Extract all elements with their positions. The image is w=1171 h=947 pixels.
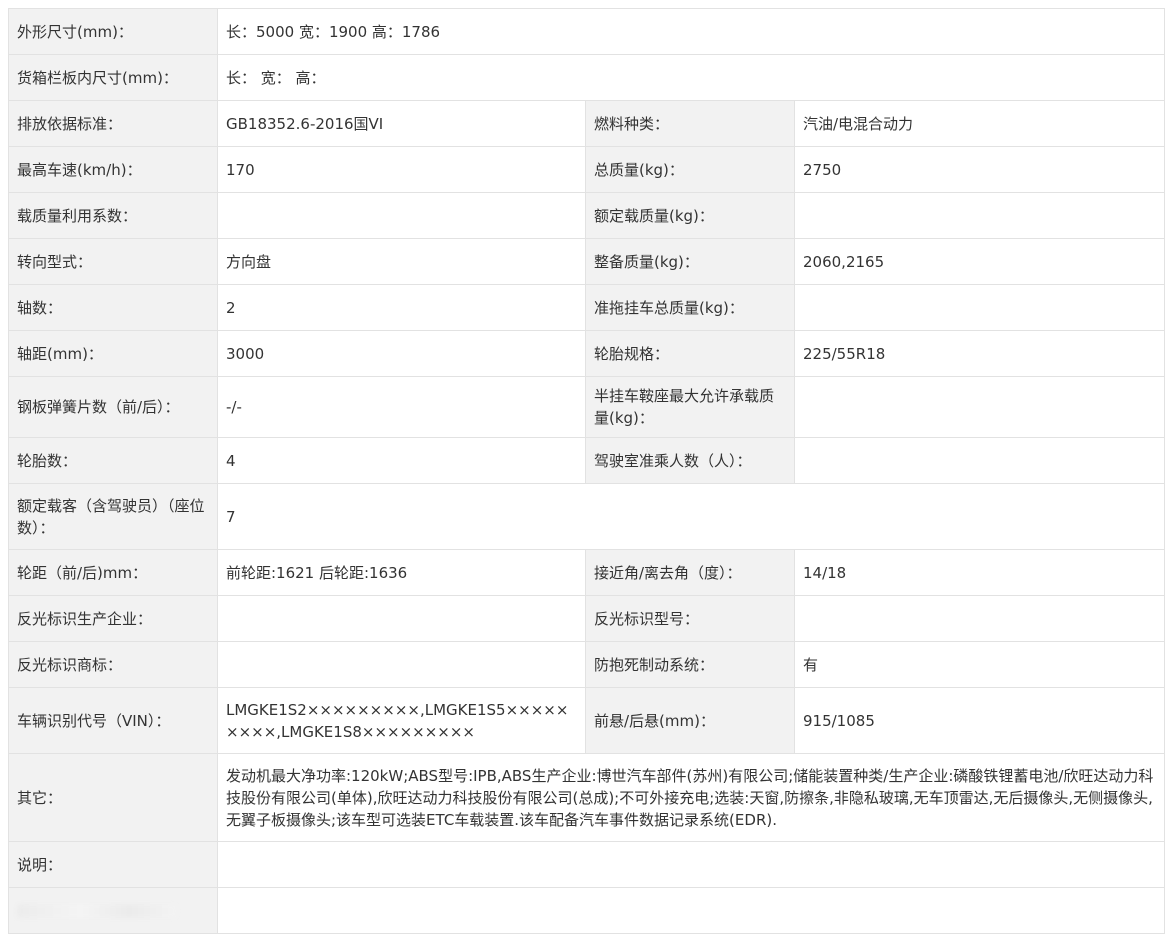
- spec-row-vin: 车辆识别代号（VIN）： LMGKE1S2×××××××××,LMGKE1S5×…: [8, 687, 1166, 754]
- spec-value: 2: [217, 284, 586, 331]
- spec-label: 燃料种类：: [585, 100, 795, 147]
- spec-label: 额定载客（含驾驶员）（座位数）：: [8, 483, 218, 550]
- spec-value: 14/18: [793, 549, 1166, 596]
- spec-row-cargo-box: 货箱栏板内尺寸(mm)： 长： 宽： 高：: [8, 54, 1166, 101]
- vehicle-spec-table: 外形尺寸(mm)： 长：5000 宽：1900 高：1786 货箱栏板内尺寸(m…: [8, 8, 1166, 934]
- spec-row-tires: 轮胎数： 4 驾驶室准乘人数（人）：: [8, 437, 1166, 484]
- spec-row-other: 其它： 发动机最大净功率:120kW;ABS型号:IPB,ABS生产企业:博世汽…: [8, 753, 1166, 842]
- spec-label: 轮距（前/后)mm：: [8, 549, 218, 596]
- spec-row-track: 轮距（前/后)mm： 前轮距:1621 后轮距:1636 接近角/离去角（度）：…: [8, 549, 1166, 596]
- spec-row-load-factor: 载质量利用系数： 额定载质量(kg)：: [8, 192, 1166, 239]
- spec-value: [793, 192, 1166, 239]
- spec-value: [216, 841, 1166, 888]
- spec-value: 225/55R18: [793, 330, 1166, 377]
- spec-label-obscured: [8, 887, 218, 934]
- spec-label: 钢板弹簧片数（前/后）：: [8, 376, 218, 438]
- spec-row-notes: 说明：: [8, 841, 1166, 888]
- spec-label: 额定载质量(kg)：: [585, 192, 795, 239]
- spec-label: 货箱栏板内尺寸(mm)：: [8, 54, 218, 101]
- spec-value: 2750: [793, 146, 1166, 193]
- spec-value: [217, 192, 586, 239]
- spec-value: -/-: [217, 376, 586, 438]
- spec-value: LMGKE1S2×××××××××,LMGKE1S5×××××××××,LMGK…: [217, 687, 586, 754]
- spec-row-axles: 轴数： 2 准拖挂车总质量(kg)：: [8, 284, 1166, 331]
- spec-label: 最高车速(km/h)：: [8, 146, 218, 193]
- spec-label: 反光标识商标：: [8, 641, 218, 688]
- spec-value: GB18352.6-2016国VI: [217, 100, 586, 147]
- spec-label: 排放依据标准：: [8, 100, 218, 147]
- spec-row-leaf-springs: 钢板弹簧片数（前/后）： -/- 半挂车鞍座最大允许承载质量(kg)：: [8, 376, 1166, 438]
- spec-label: 轴距(mm)：: [8, 330, 218, 377]
- spec-label: 其它：: [8, 753, 218, 842]
- spec-value: [217, 595, 586, 642]
- blurred-text: [17, 904, 177, 918]
- spec-value: [216, 887, 1166, 934]
- spec-label: 说明：: [8, 841, 218, 888]
- spec-label: 前悬/后悬(mm)：: [585, 687, 795, 754]
- spec-value: [793, 437, 1166, 484]
- spec-value: 3000: [217, 330, 586, 377]
- spec-row-blurred: [8, 887, 1166, 934]
- spec-value: 7: [216, 483, 1166, 550]
- spec-label: 防抱死制动系统：: [585, 641, 795, 688]
- spec-value: 前轮距:1621 后轮距:1636: [217, 549, 586, 596]
- spec-row-steering: 转向型式： 方向盘 整备质量(kg)： 2060,2165: [8, 238, 1166, 285]
- spec-value: 长： 宽： 高：: [216, 54, 1166, 101]
- spec-value: [793, 595, 1166, 642]
- spec-value: 170: [217, 146, 586, 193]
- spec-label: 轮胎数：: [8, 437, 218, 484]
- spec-row-dimensions: 外形尺寸(mm)： 长：5000 宽：1900 高：1786: [8, 8, 1166, 55]
- spec-value: 发动机最大净功率:120kW;ABS型号:IPB,ABS生产企业:博世汽车部件(…: [216, 753, 1166, 842]
- spec-label: 准拖挂车总质量(kg)：: [585, 284, 795, 331]
- spec-label: 驾驶室准乘人数（人）：: [585, 437, 795, 484]
- spec-row-reflector-brand: 反光标识商标： 防抱死制动系统： 有: [8, 641, 1166, 688]
- spec-value: 有: [793, 641, 1166, 688]
- spec-value: [793, 284, 1166, 331]
- spec-label: 载质量利用系数：: [8, 192, 218, 239]
- spec-row-speed: 最高车速(km/h)： 170 总质量(kg)： 2750: [8, 146, 1166, 193]
- spec-label: 轮胎规格：: [585, 330, 795, 377]
- spec-value: 方向盘: [217, 238, 586, 285]
- spec-label: 半挂车鞍座最大允许承载质量(kg)：: [585, 376, 795, 438]
- spec-value: [793, 376, 1166, 438]
- spec-value: 汽油/电混合动力: [793, 100, 1166, 147]
- spec-value: 4: [217, 437, 586, 484]
- spec-row-passengers: 额定载客（含驾驶员）（座位数）： 7: [8, 483, 1166, 550]
- spec-value: 长：5000 宽：1900 高：1786: [216, 8, 1166, 55]
- spec-label: 整备质量(kg)：: [585, 238, 795, 285]
- spec-row-wheelbase: 轴距(mm)： 3000 轮胎规格： 225/55R18: [8, 330, 1166, 377]
- spec-label: 轴数：: [8, 284, 218, 331]
- spec-label: 外形尺寸(mm)：: [8, 8, 218, 55]
- spec-label: 车辆识别代号（VIN）：: [8, 687, 218, 754]
- spec-label: 总质量(kg)：: [585, 146, 795, 193]
- spec-value: [217, 641, 586, 688]
- spec-row-reflector-maker: 反光标识生产企业： 反光标识型号：: [8, 595, 1166, 642]
- spec-label: 反光标识生产企业：: [8, 595, 218, 642]
- spec-row-emission: 排放依据标准： GB18352.6-2016国VI 燃料种类： 汽油/电混合动力: [8, 100, 1166, 147]
- spec-label: 反光标识型号：: [585, 595, 795, 642]
- spec-label: 接近角/离去角（度）：: [585, 549, 795, 596]
- spec-value: 2060,2165: [793, 238, 1166, 285]
- spec-value: 915/1085: [793, 687, 1166, 754]
- spec-label: 转向型式：: [8, 238, 218, 285]
